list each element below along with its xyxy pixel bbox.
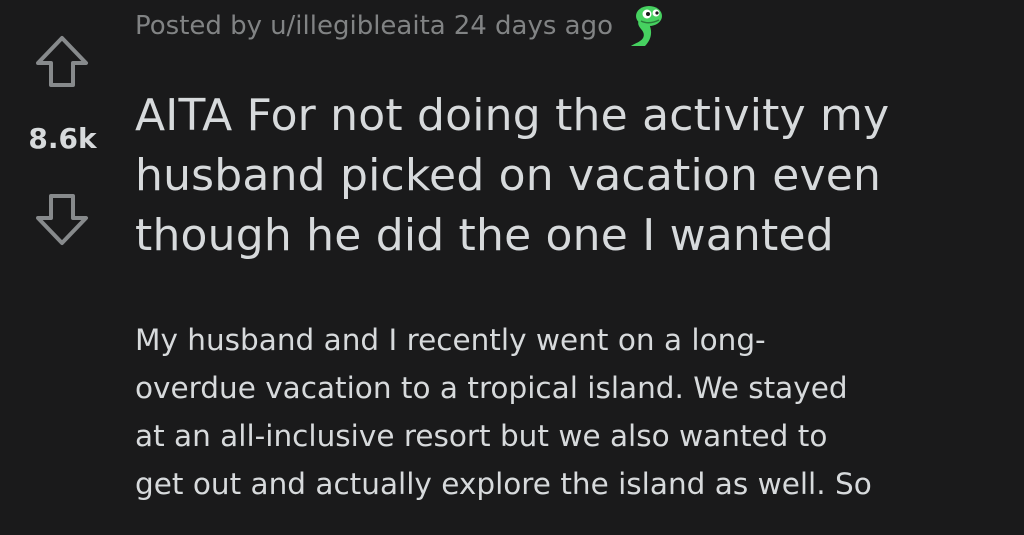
downvote-arrow-icon [36,194,88,245]
post-body: My husband and I recently went on a long… [135,316,1015,508]
body-line: My husband and I recently went on a long… [135,323,766,357]
post-title[interactable]: AITA For not doing the activity my husba… [135,86,1015,266]
post-age: 24 days ago [453,11,614,41]
body-line: at an all-inclusive resort but we also w… [135,419,828,453]
post-meta: Posted by u/illegibleaita 24 days ago [135,4,665,48]
author-link[interactable]: u/illegibleaita [270,11,446,41]
body-line: get out and actually explore the island … [135,467,872,501]
snoo-dino-icon [625,4,665,48]
upvote-button[interactable] [33,33,91,91]
downvote-button[interactable] [33,190,91,248]
upvote-arrow-icon [36,36,88,87]
vote-score: 8.6k [28,122,97,155]
vote-column: 8.6k [0,0,120,535]
body-line: overdue vacation to a tropical island. W… [135,371,848,405]
posted-by-label: Posted by [135,11,263,41]
